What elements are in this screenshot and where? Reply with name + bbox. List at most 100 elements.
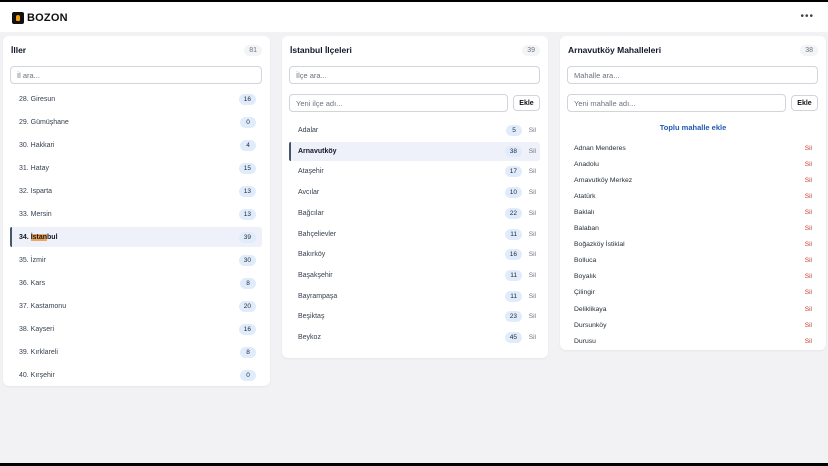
district-search-input[interactable] [289,66,540,84]
count-badge: 11 [505,228,522,240]
neighborhood-item[interactable]: Deliklikaya Sil [574,301,812,317]
province-search-input[interactable] [10,66,262,84]
delete-button[interactable]: Sil [529,334,536,341]
district-label: Avcılar [298,189,320,197]
count-badge: 16 [238,93,256,105]
district-item[interactable]: Başakşehir 11 Sil [289,266,540,285]
delete-button[interactable]: Sil [805,241,812,248]
panel-title: İller [11,45,27,55]
delete-button[interactable]: Sil [805,177,812,184]
provinces-panel: İller 81 28. Giresun 16 29. Gümüşhane 0 30. … [3,36,270,386]
province-item[interactable]: 38. Kayseri 16 [10,319,262,339]
neighborhood-item[interactable]: Adnan Menderes Sil [574,140,812,156]
delete-button[interactable]: Sil [529,313,536,320]
district-label: Ataşehir [298,168,324,176]
neighborhood-item[interactable]: Boğazköy İstiklal Sil [574,237,812,253]
neighborhood-item[interactable]: Balaban Sil [574,221,812,237]
neighborhood-search-input[interactable] [567,66,818,84]
neighborhood-item[interactable]: Dursunköy Sil [574,317,812,333]
delete-button[interactable]: Sil [529,148,536,155]
delete-button[interactable]: Sil [529,189,536,196]
delete-button[interactable]: Sil [805,322,812,329]
district-item[interactable]: Bahçelievler 11 Sil [289,225,540,244]
add-district-button[interactable]: Ekle [513,95,540,111]
district-item[interactable]: Beşiktaş 23 Sil [289,307,540,326]
app-logo[interactable]: BOZON [12,12,68,24]
delete-button[interactable]: Sil [805,257,812,264]
delete-button[interactable]: Sil [805,193,812,200]
neighborhood-label: Anadolu [574,160,599,168]
count-badge: 39 [522,45,540,56]
delete-button[interactable]: Sil [805,289,812,296]
district-item[interactable]: Bayrampaşa 11 Sil [289,287,540,306]
neighborhood-item[interactable]: Atatürk Sil [574,188,812,204]
neighborhood-item[interactable]: Bolluca Sil [574,253,812,269]
count-badge: 8 [240,346,256,358]
province-item[interactable]: 28. Giresun 16 [10,89,262,109]
province-label: 32. Isparta [19,187,53,195]
neighborhood-item[interactable]: Boyalık Sil [574,269,812,285]
delete-button[interactable]: Sil [805,306,812,313]
neighborhood-item[interactable]: Baklalı Sil [574,204,812,220]
province-item[interactable]: 32. Isparta 13 [10,181,262,201]
district-item[interactable]: Ataşehir 17 Sil [289,162,540,181]
new-district-input[interactable] [289,94,508,112]
delete-button[interactable]: Sil [805,273,812,280]
province-label: 36. Kars [19,279,46,287]
delete-button[interactable]: Sil [529,251,536,258]
delete-button[interactable]: Sil [805,338,812,344]
province-item[interactable]: 36. Kars 8 [10,273,262,293]
count-badge: 16 [504,249,522,261]
count-badge: 0 [240,116,256,128]
province-item[interactable]: 33. Mersin 13 [10,204,262,224]
add-neighborhood-button[interactable]: Ekle [791,95,818,111]
district-item[interactable]: Arnavutköy 38 Sil [289,141,540,161]
delete-button[interactable]: Sil [805,145,812,152]
count-badge: 13 [238,185,256,197]
province-item[interactable]: 30. Hakkari 4 [10,135,262,155]
province-item[interactable]: 29. Gümüşhane 0 [10,112,262,132]
delete-button[interactable]: Sil [529,231,536,238]
delete-button[interactable]: Sil [805,209,812,216]
delete-button[interactable]: Sil [805,161,812,168]
district-item[interactable]: Beykoz 45 Sil [289,328,540,347]
neighborhood-item[interactable]: Arnavutköy Merkez Sil [574,172,812,188]
neighborhood-label: Atatürk [574,192,596,200]
count-badge: 38 [504,145,522,157]
province-item[interactable]: 40. Kırşehir 0 [10,365,262,385]
neighborhood-label: Balaban [574,225,599,232]
district-item[interactable]: Avcılar 10 Sil [289,183,540,202]
province-item[interactable]: 34. İstanbul 39 [10,227,262,247]
delete-button[interactable]: Sil [529,210,536,217]
district-label: Bağcılar [298,209,324,217]
neighborhood-label: Bolluca [574,257,597,265]
neighborhoods-panel: Arnavutköy Mahalleleri 38 Ekle Toplu mah… [560,36,826,350]
neighborhood-list[interactable]: Adnan Menderes Sil Anadolu Sil Arnavutköy Me… [560,140,826,345]
district-item[interactable]: Bağcılar 22 Sil [289,204,540,223]
panel-title: İstanbul İlçeleri [290,45,352,55]
delete-button[interactable]: Sil [529,293,536,300]
province-label: 33. Mersin [19,210,52,218]
logo-icon [12,12,24,24]
neighborhood-item[interactable]: Durusu Sil [574,333,812,344]
district-item[interactable]: Bakırköy 16 Sil [289,245,540,264]
province-item[interactable]: 31. Hatay 15 [10,158,262,178]
province-item[interactable]: 37. Kastamonu 20 [10,296,262,316]
more-icon[interactable]: ••• [800,11,814,22]
new-neighborhood-input[interactable] [567,94,786,112]
delete-button[interactable]: Sil [529,168,536,175]
province-label: 38. Kayseri [19,325,55,333]
delete-button[interactable]: Sil [805,225,812,232]
count-badge: 45 [504,332,522,343]
neighborhood-item[interactable]: Anadolu Sil [574,156,812,172]
district-item[interactable]: Adalar 5 Sil [289,121,540,140]
neighborhood-item[interactable]: Çilingir Sil [574,285,812,301]
province-item[interactable]: 35. İzmir 30 [10,250,262,270]
district-label: Başakşehir [298,271,333,279]
province-item[interactable]: 39. Kırklareli 8 [10,342,262,362]
delete-button[interactable]: Sil [529,272,536,279]
bulk-add-neighborhoods-link[interactable]: Toplu mahalle ekle [560,123,826,132]
count-badge: 0 [240,369,256,381]
delete-button[interactable]: Sil [529,127,536,134]
neighborhood-label: Boğazköy İstiklal [574,241,625,249]
